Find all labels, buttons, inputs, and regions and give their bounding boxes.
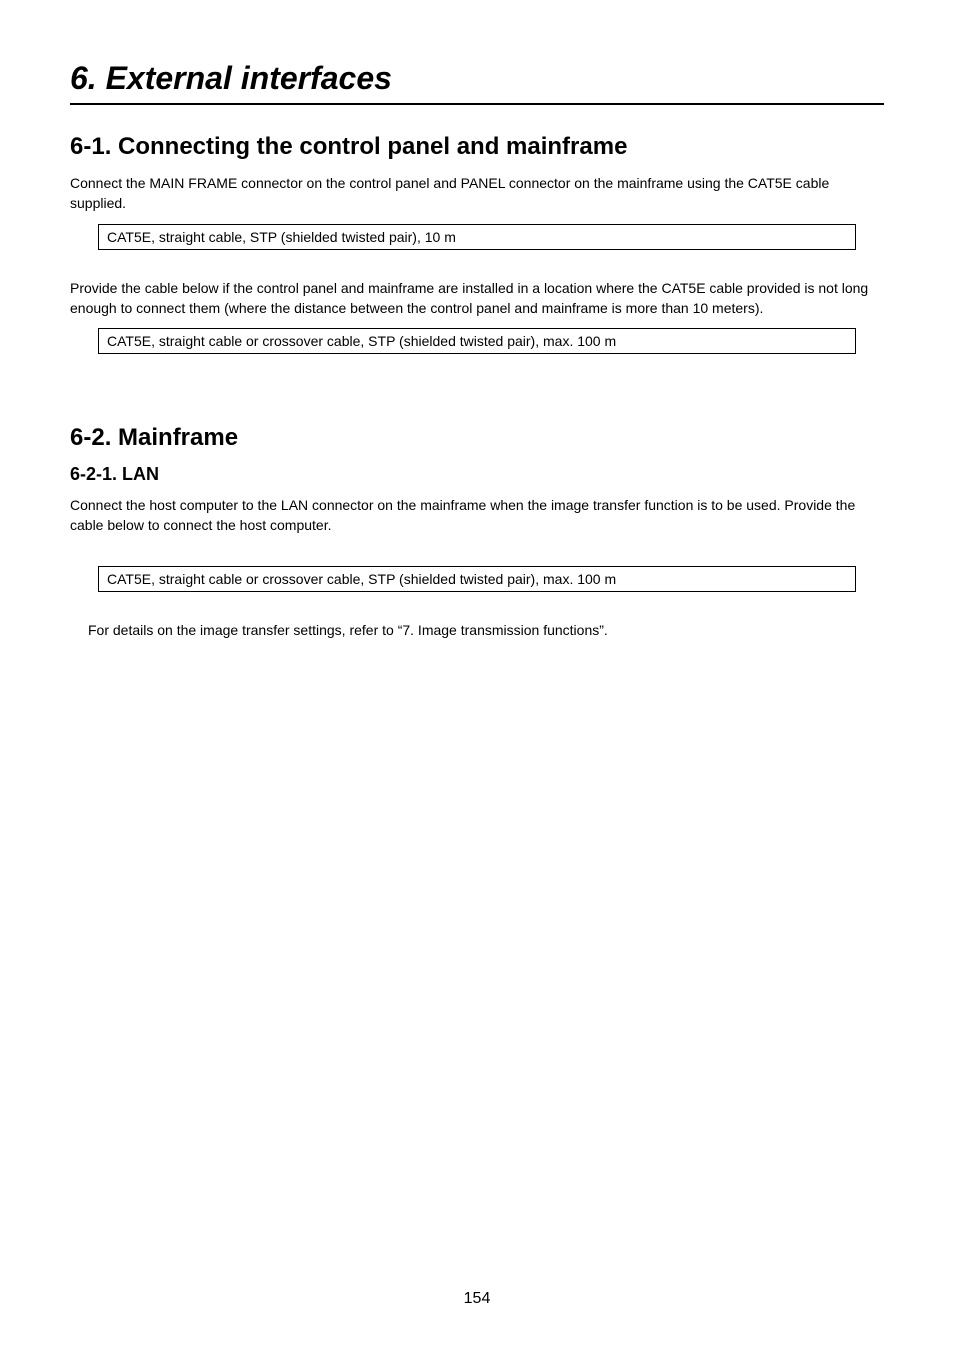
subsection-6-2-1-note: For details on the image transfer settin… (88, 620, 884, 640)
section-6-1-title: 6-1. Connecting the control panel and ma… (70, 133, 884, 161)
spec-box-cable-1: CAT5E, straight cable, STP (shielded twi… (98, 224, 856, 250)
subsection-6-2-1-para-1: Connect the host computer to the LAN con… (70, 495, 884, 536)
section-6-1-para-2: Provide the cable below if the control p… (70, 278, 884, 319)
chapter-underline (70, 103, 884, 105)
section-6-1-para-1: Connect the MAIN FRAME connector on the … (70, 173, 884, 214)
section-6-2-title: 6-2. Mainframe (70, 424, 884, 452)
page-number: 154 (0, 1290, 954, 1308)
spec-box-cable-3: CAT5E, straight cable or crossover cable… (98, 566, 856, 592)
spec-box-cable-2: CAT5E, straight cable or crossover cable… (98, 328, 856, 354)
chapter-title: 6. External interfaces (70, 60, 884, 97)
subsection-6-2-1-title: 6-2-1. LAN (70, 464, 884, 485)
